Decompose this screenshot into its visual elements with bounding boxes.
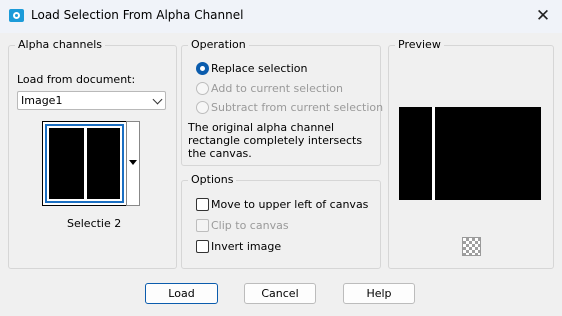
- thumbnail-right-block: [87, 128, 120, 199]
- move-upper-left-label[interactable]: Move to upper left of canvas: [211, 198, 368, 211]
- replace-selection-label[interactable]: Replace selection: [211, 62, 307, 75]
- preview-image: [399, 107, 541, 200]
- channel-name-label: Selectie 2: [67, 217, 122, 230]
- channel-dropdown-button[interactable]: [126, 121, 140, 206]
- alpha-channels-legend: Alpha channels: [15, 38, 106, 51]
- window-title: Load Selection From Alpha Channel: [31, 8, 244, 22]
- document-select-value: Image1: [21, 94, 63, 107]
- channel-thumbnail[interactable]: [42, 121, 127, 206]
- document-select[interactable]: Image1: [17, 91, 166, 110]
- subtract-selection-label[interactable]: Subtract from current selection: [211, 101, 383, 114]
- move-upper-left-checkbox[interactable]: [196, 198, 209, 211]
- operation-description: The original alpha channel rectangle com…: [188, 121, 363, 160]
- invert-image-label[interactable]: Invert image: [211, 240, 281, 253]
- preview-divider: [432, 107, 435, 200]
- operation-legend: Operation: [188, 38, 249, 51]
- load-from-document-label: Load from document:: [17, 73, 136, 86]
- options-legend: Options: [188, 173, 237, 186]
- transparency-checker-icon[interactable]: [462, 237, 481, 256]
- subtract-selection-radio[interactable]: [196, 101, 209, 114]
- app-icon: [9, 9, 24, 22]
- chevron-down-icon: [152, 94, 163, 105]
- add-selection-radio[interactable]: [196, 82, 209, 95]
- clip-canvas-label[interactable]: Clip to canvas: [211, 219, 289, 232]
- title-bar: Load Selection From Alpha Channel ✕: [0, 0, 562, 33]
- replace-selection-radio[interactable]: [196, 62, 209, 75]
- invert-image-checkbox[interactable]: [196, 240, 209, 253]
- channel-thumbnail-selection: [45, 124, 124, 203]
- preview-legend: Preview: [395, 38, 444, 51]
- close-button[interactable]: ✕: [530, 4, 556, 28]
- help-button[interactable]: Help: [343, 283, 415, 304]
- clip-canvas-checkbox[interactable]: [196, 219, 209, 232]
- thumbnail-left-block: [49, 128, 84, 199]
- add-selection-label[interactable]: Add to current selection: [211, 82, 343, 95]
- cancel-button[interactable]: Cancel: [244, 283, 316, 304]
- load-button[interactable]: Load: [145, 283, 218, 304]
